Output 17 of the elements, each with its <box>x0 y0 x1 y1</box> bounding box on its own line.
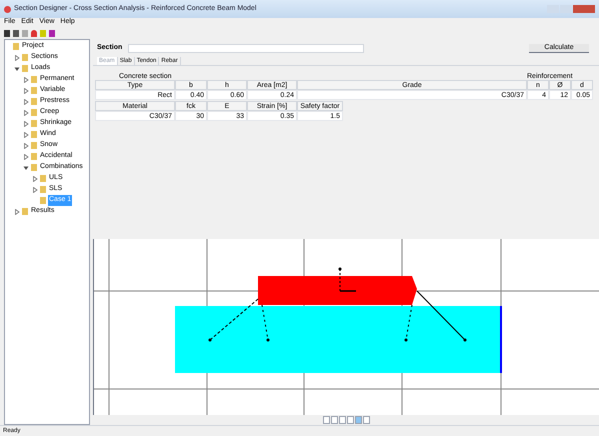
expand-icon[interactable] <box>23 154 29 160</box>
collapse-icon[interactable] <box>23 164 29 170</box>
expand-icon[interactable] <box>23 132 29 138</box>
expand-icon[interactable] <box>23 110 29 116</box>
expand-icon[interactable] <box>23 98 29 104</box>
collapse-icon[interactable] <box>14 66 20 72</box>
expand-icon[interactable] <box>32 186 38 192</box>
section-field[interactable] <box>128 44 364 52</box>
expand-icon[interactable] <box>23 120 29 126</box>
expand-icon[interactable] <box>14 54 20 60</box>
expand-icon[interactable] <box>23 88 29 94</box>
expand-icon[interactable] <box>23 142 29 148</box>
expand-icon[interactable] <box>14 208 20 214</box>
expand-icon[interactable] <box>32 176 38 182</box>
app-icon <box>4 6 11 12</box>
folder-icon <box>22 208 28 215</box>
expand-icon[interactable] <box>23 76 29 82</box>
